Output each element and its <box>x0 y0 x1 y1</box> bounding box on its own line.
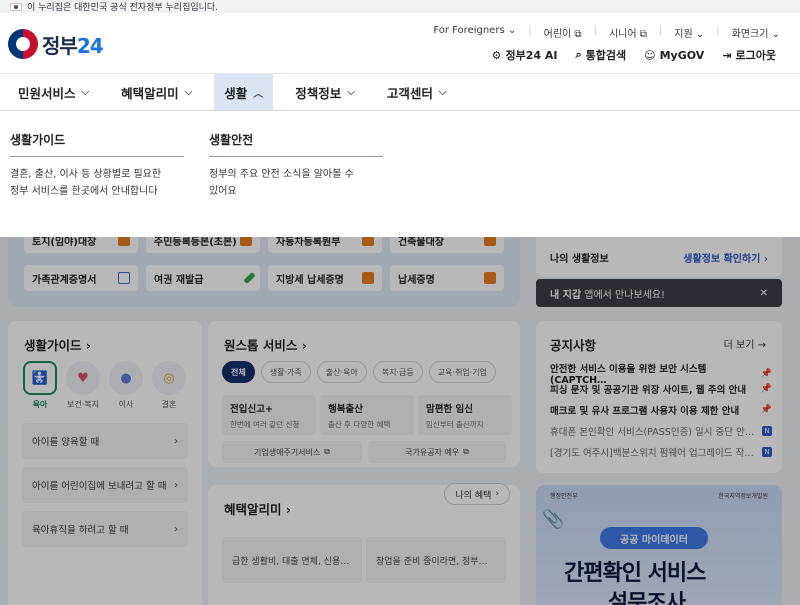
korea-flag-icon <box>10 2 22 11</box>
util-children[interactable]: 어린이 ⧉ <box>544 25 582 40</box>
logo-text: 정부 <box>42 33 78 58</box>
chevron-up-icon: ︿ <box>253 88 264 100</box>
dim-overlay[interactable] <box>0 237 800 605</box>
util-senior[interactable]: 시니어 ⧉ <box>609 25 647 40</box>
life-dropdown-panel: 생활가이드 결혼, 출산, 이사 등 상황별로 필요한 정부 서비스를 한곳에서… <box>0 111 800 237</box>
header: 정부24 For Foreigners ⌄ | 어린이 ⧉ | 시니어 ⧉ | … <box>0 13 800 73</box>
external-link-icon: ⧉ <box>574 29 582 40</box>
gnb-life[interactable]: 생활 ︿ <box>214 74 274 110</box>
gov-banner-text: 이 누리집은 대한민국 공식 전자정부 누리집입니다. <box>27 3 219 13</box>
dropdown-title: 생활가이드 <box>10 131 184 157</box>
chevron-down-icon: ⌵ <box>347 86 355 98</box>
divider: | <box>593 25 597 36</box>
gnb-customer-center[interactable]: 고객센터 ⌵ <box>377 74 457 110</box>
taeguk-logo-icon <box>8 29 38 59</box>
chevron-down-icon: ⌵ <box>81 86 90 98</box>
divider: | <box>528 25 532 36</box>
logout-icon: ⇥ <box>722 48 732 62</box>
main-navigation: 민원서비스 ⌵ 혜택알리미 ⌵ 생활 ︿ 정책정보 ⌵ 고객센터 ⌵ <box>0 73 800 111</box>
logout-button[interactable]: ⇥ 로그아웃 <box>722 47 776 63</box>
ai-icon: ⚙ <box>491 48 502 62</box>
person-icon: ☺ <box>644 48 656 62</box>
divider: | <box>716 25 720 36</box>
dropdown-life-guide[interactable]: 생활가이드 결혼, 출산, 이사 등 상황별로 필요한 정부 서비스를 한곳에서… <box>10 131 184 200</box>
search-button[interactable]: ⌕ 통합검색 <box>575 47 626 63</box>
gnb-policy-info[interactable]: 정책정보 ⌵ <box>285 74 365 110</box>
chevron-down-icon: ⌵ <box>184 86 193 98</box>
util-for-foreigners[interactable]: For Foreigners ⌄ <box>433 25 516 40</box>
external-link-icon: ⧉ <box>639 29 647 40</box>
util-screen-size[interactable]: 화면크기 ⌄ <box>732 25 780 40</box>
gov24-logo[interactable]: 정부24 <box>8 29 104 59</box>
gov24-ai-button[interactable]: ⚙ 정부24 AI <box>492 47 558 63</box>
util-support[interactable]: 지원 ⌄ <box>674 25 704 40</box>
chevron-down-icon: ⌄ <box>771 29 780 40</box>
divider: | <box>658 25 663 36</box>
dropdown-life-safety[interactable]: 생활안전 정부의 주요 안전 소식을 알아볼 수 있어요 <box>209 131 383 200</box>
logo-number: 24 <box>76 33 104 58</box>
search-icon: ⌕ <box>575 48 582 61</box>
header-actions: ⚙ 정부24 AI ⌕ 통합검색 ☺ MyGOV ⇥ 로그아웃 <box>492 47 776 63</box>
chevron-down-icon: ⌄ <box>695 29 705 40</box>
dropdown-title: 생활안전 <box>209 131 383 157</box>
utility-links: For Foreigners ⌄ | 어린이 ⧉ | 시니어 ⧉ | 지원 ⌄ … <box>433 25 780 40</box>
gnb-benefit-alert[interactable]: 혜택알리미 ⌵ <box>111 74 202 110</box>
gov-official-banner: 이 누리집은 대한민국 공식 전자정부 누리집입니다. <box>0 0 800 13</box>
gnb-civil-service[interactable]: 민원서비스 ⌵ <box>8 74 99 110</box>
chevron-down-icon: ⌄ <box>507 25 517 36</box>
mygov-button[interactable]: ☺ MyGOV <box>644 47 704 63</box>
chevron-down-icon: ⌵ <box>438 86 447 98</box>
